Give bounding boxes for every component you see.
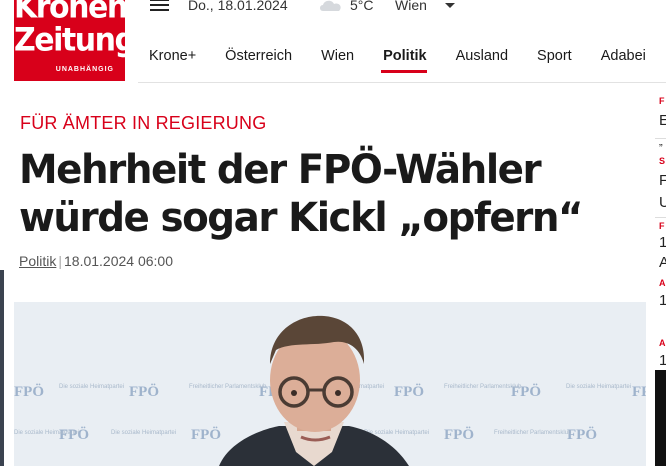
backdrop-logo-text: FPÖ [567, 426, 597, 443]
backdrop-slogan: Die soziale Heimatpartei [566, 384, 631, 390]
rail-headline: 1 [659, 352, 666, 369]
current-date: Do., 18.01.2024 [188, 0, 288, 13]
rail-headline: A [659, 254, 666, 271]
rail-kicker: S [659, 156, 666, 166]
backdrop-logo-text: FPÖ [444, 426, 474, 443]
backdrop-logo-text: FPÖ [394, 383, 424, 400]
backdrop-slogan: Freiheitlicher Parlamentsklub [444, 384, 522, 390]
kronen-zeitung-logo[interactable]: Kronen Zeitung UNABHÄNGIG [14, 0, 125, 81]
backdrop-slogan: Die soziale Heimatpartei [111, 430, 176, 436]
logo-tagline: UNABHÄNGIG [55, 66, 114, 73]
backdrop-slogan: Freiheitlicher Parlamentsklub [494, 430, 572, 436]
article-headline: Mehrheit der FPÖ-Wähler würde sogar Kick… [19, 147, 584, 241]
category-link[interactable]: Politik [19, 253, 56, 269]
backdrop-slogan: Die soziale Heimatpartei [14, 430, 79, 436]
nav-item-politik[interactable]: Politik [372, 40, 438, 74]
backdrop-logo-text: FPÖ [191, 426, 221, 443]
temperature: 5°C [350, 0, 374, 13]
article-hero-image[interactable]: FPÖ FPÖ FPÖ FPÖ FPÖ FPÖ FPÖ FPÖ FPÖ FPÖ … [14, 302, 646, 466]
article-meta: Politik | 18.01.2024 06:00 [19, 253, 173, 269]
nav-item-sport[interactable]: Sport [526, 40, 583, 74]
backdrop-slogan: Die soziale Heimatpartei [59, 384, 124, 390]
rail-headline: 1 [659, 234, 666, 251]
rail-headline: E [659, 112, 666, 129]
backdrop-slogan: Freiheitlicher Parlamentsklub [189, 384, 267, 390]
rail-kicker: F [659, 96, 665, 106]
header-divider [138, 82, 666, 83]
backdrop-logo-text: FPÖ [129, 383, 159, 400]
city-selector[interactable]: Wien [395, 0, 427, 13]
nav-item-adabei[interactable]: Adabei [590, 40, 657, 74]
hamburger-menu-icon[interactable] [150, 0, 169, 12]
nav-item-krone-plus[interactable]: Krone+ [138, 40, 207, 74]
top-info-bar: Do., 18.01.2024 5°C Wien [150, 0, 455, 16]
rail-kicker: A [659, 338, 666, 348]
rail-headline: „ [659, 136, 663, 148]
article-kicker: FÜR ÄMTER IN REGIERUNG [20, 113, 267, 133]
rail-headline: U [659, 194, 666, 211]
page-left-edge [0, 270, 4, 466]
rail-kicker: A [659, 278, 666, 288]
nav-item-wien[interactable]: Wien [310, 40, 365, 74]
press-wall-backdrop: FPÖ FPÖ FPÖ FPÖ FPÖ FPÖ FPÖ FPÖ FPÖ FPÖ … [14, 302, 646, 466]
rail-headline: F [659, 172, 666, 189]
backdrop-logo-text: FPÖ [14, 383, 44, 400]
right-sidebar-teasers[interactable]: F E „ S F U F 1 A A 1 A 1 [655, 92, 666, 466]
main-navigation: Krone+ Österreich Wien Politik Ausland S… [138, 40, 664, 82]
rail-headline: 1 [659, 292, 666, 309]
rail-video-thumbnail[interactable] [655, 370, 666, 466]
nav-item-oesterreich[interactable]: Österreich [214, 40, 303, 74]
nav-item-ausland[interactable]: Ausland [445, 40, 519, 74]
publish-datetime: 18.01.2024 06:00 [64, 253, 173, 269]
cloud-icon [318, 0, 344, 11]
meta-separator: | [58, 253, 62, 269]
rail-kicker: F [659, 221, 665, 231]
caret-down-icon[interactable] [444, 2, 455, 8]
backdrop-logo-text: FPÖ [632, 383, 646, 400]
logo-line-2: Zeitung [14, 21, 125, 60]
